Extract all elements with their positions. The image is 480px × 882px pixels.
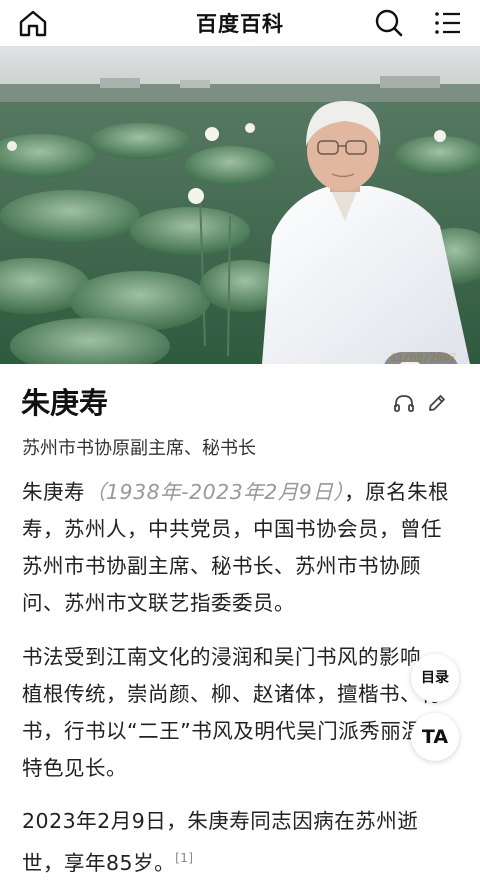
headphones-icon[interactable] <box>393 393 415 413</box>
menu-list-icon[interactable] <box>434 9 462 37</box>
death-text: 2023年2月9日，朱庚寿同志因病在苏州逝世，享年85岁。 <box>22 809 419 875</box>
gallery-count: 1 <box>431 361 441 364</box>
death-paragraph: 2023年2月9日，朱庚寿同志因病在苏州逝世，享年85岁。[1] <box>22 803 458 882</box>
entry-subtitle: 苏州市书协原副主席、秘书长 <box>22 438 256 459</box>
search-icon[interactable] <box>374 8 404 38</box>
summary-paragraph: 朱庚寿（1938年-2023年2月9日），原名朱根寿，苏州人，中共党员，中国书协… <box>22 474 458 622</box>
life-dates: （1938年-2023年2月9日） <box>85 480 345 504</box>
lotus-portrait-photo: 11/09/2007 <box>0 46 480 364</box>
hero-photo[interactable]: 11/09/2007 1 <box>0 46 480 364</box>
summary-lead: 朱庚寿 <box>22 480 85 504</box>
top-bar: 百度百科 <box>0 0 480 46</box>
image-gallery-icon <box>400 362 420 364</box>
pencil-edit-icon[interactable] <box>427 393 447 413</box>
entry-name: 朱庚寿 <box>21 386 109 420</box>
gallery-button[interactable]: 1 <box>383 352 459 364</box>
page-title: 百度百科 <box>196 12 284 36</box>
reference-marker[interactable]: [1] <box>175 851 194 865</box>
calligraphy-paragraph: 书法受到江南文化的浸润和吴门书风的影响，植根传统，崇尚颜、柳、赵诸体，擅楷书、行… <box>22 645 444 780</box>
ta-button[interactable]: TA <box>411 713 459 761</box>
toc-button[interactable]: 目录 <box>411 654 459 702</box>
